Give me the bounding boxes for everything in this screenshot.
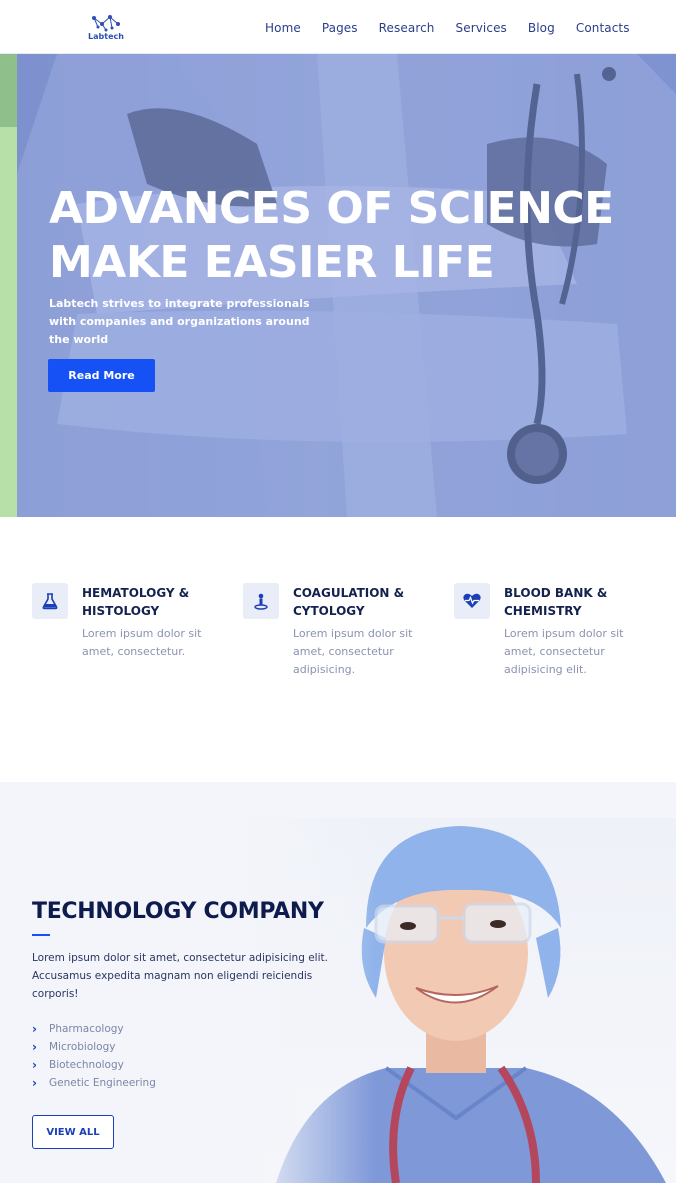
list-item-label: Biotechnology [49, 1059, 124, 1071]
hero-banner: ADVANCES OF SCIENCE MAKE EASIER LIFE Lab… [17, 54, 676, 517]
hero-title-line-2: MAKE EASIER LIFE [49, 237, 495, 288]
hero-subtitle: Labtech strives to integrate professiona… [49, 297, 310, 346]
hero-title-line-1: ADVANCES OF SCIENCE [49, 183, 614, 234]
technology-section: TECHNOLOGY COMPANY Lorem ipsum dolor sit… [0, 782, 676, 1183]
chevron-right-icon: › [32, 1040, 37, 1054]
hero-title: ADVANCES OF SCIENCE MAKE EASIER LIFE [49, 182, 649, 290]
list-item-label: Microbiology [49, 1041, 116, 1053]
tech-list: › Pharmacology › Microbiology › Biotechnolo… [32, 1020, 156, 1092]
list-item[interactable]: › Biotechnology [32, 1056, 156, 1074]
tech-description: Lorem ipsum dolor sit amet, consectetur … [32, 952, 328, 1000]
hero-accent-strip-bottom [0, 127, 17, 517]
molecule-icon [92, 15, 120, 32]
service-title: COAGULATION & CYTOLOGY [293, 586, 405, 618]
chevron-right-icon: › [32, 1022, 37, 1036]
flask-icon [32, 583, 68, 619]
list-item-label: Genetic Engineering [49, 1077, 156, 1089]
read-more-button[interactable]: Read More [48, 359, 155, 392]
tech-title: TECHNOLOGY COMPANY [32, 899, 324, 924]
heart-pulse-icon [454, 583, 490, 619]
nav-home[interactable]: Home [265, 21, 301, 35]
service-text: Lorem ipsum dolor sit amet, consectetur. [82, 627, 202, 658]
list-item[interactable]: › Genetic Engineering [32, 1074, 156, 1092]
view-all-button[interactable]: VIEW ALL [32, 1115, 114, 1149]
logo-text: Labtech [88, 32, 124, 41]
list-item[interactable]: › Pharmacology [32, 1020, 156, 1038]
nav-research[interactable]: Research [379, 21, 435, 35]
chevron-right-icon: › [32, 1076, 37, 1090]
nav-contacts[interactable]: Contacts [576, 21, 630, 35]
main-nav: Home Pages Research Services Blog Contac… [265, 21, 630, 35]
microscope-icon [243, 583, 279, 619]
service-title: BLOOD BANK & CHEMISTRY [504, 586, 608, 618]
logo[interactable]: Labtech [84, 12, 128, 42]
service-text: Lorem ipsum dolor sit amet, consectetur … [504, 627, 624, 676]
nav-services[interactable]: Services [456, 21, 507, 35]
service-text: Lorem ipsum dolor sit amet, consectetur … [293, 627, 413, 676]
nav-blog[interactable]: Blog [528, 21, 555, 35]
list-item-label: Pharmacology [49, 1023, 124, 1035]
service-title: HEMATOLOGY & HISTOLOGY [82, 586, 190, 618]
list-item[interactable]: › Microbiology [32, 1038, 156, 1056]
site-header: Labtech Home Pages Research Services Blo… [0, 0, 676, 54]
chevron-right-icon: › [32, 1058, 37, 1072]
title-underline [32, 934, 50, 936]
hero-accent-strip-top [0, 54, 17, 127]
nav-pages[interactable]: Pages [322, 21, 358, 35]
